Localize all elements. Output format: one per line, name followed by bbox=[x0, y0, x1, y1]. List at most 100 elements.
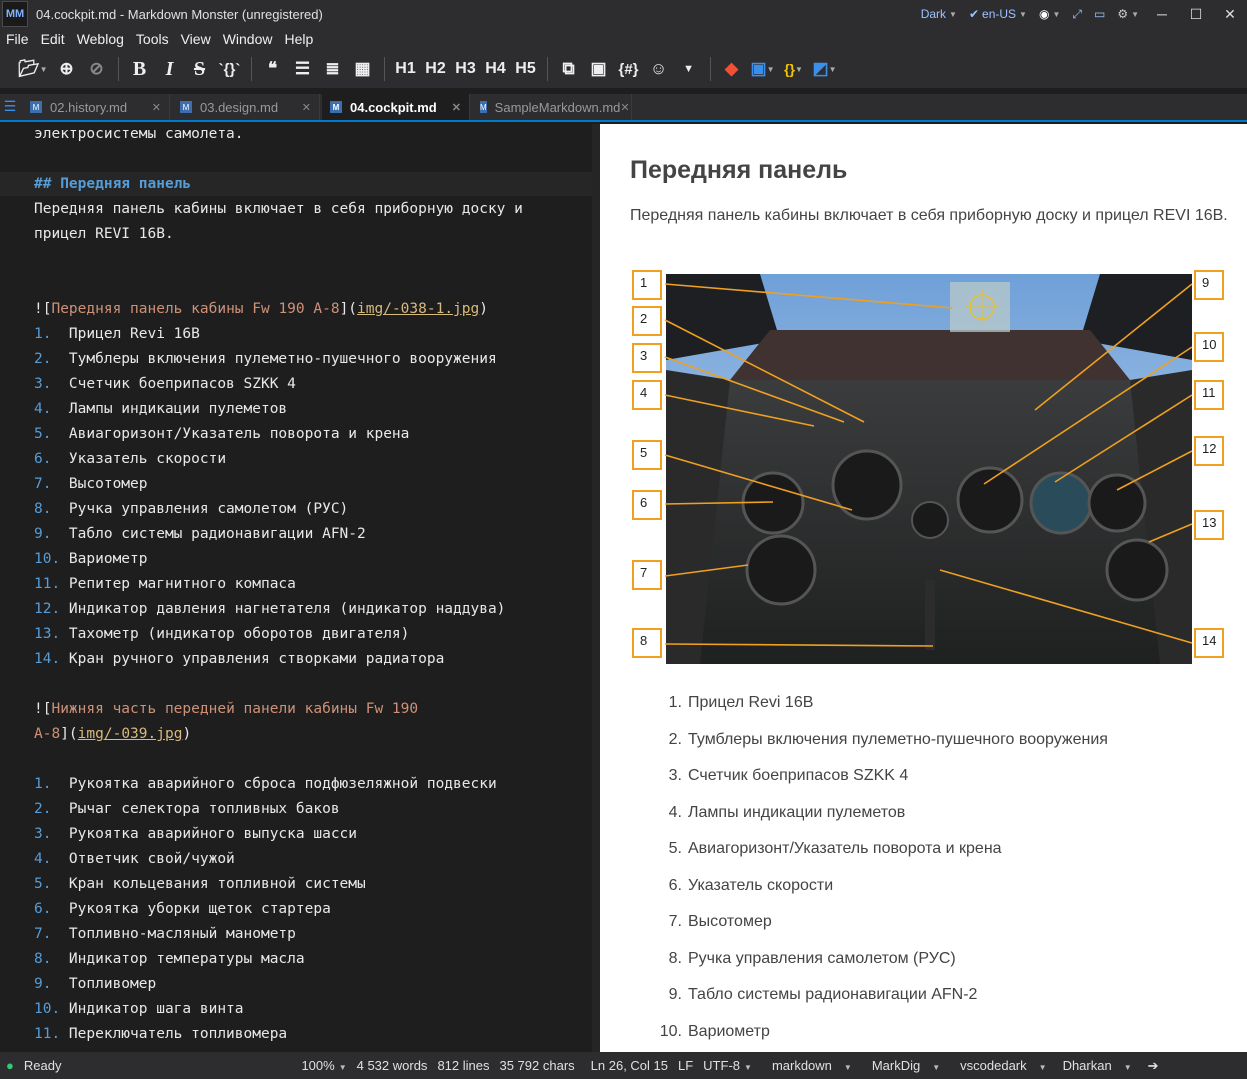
list-item-text: Тахометр (индикатор оборотов двигателя) bbox=[68, 626, 410, 642]
menu-help[interactable]: Help bbox=[278, 31, 319, 47]
arrow-right-circle-icon[interactable]: ➔ bbox=[1143, 1058, 1164, 1074]
more-dropdown[interactable]: ▼ bbox=[674, 54, 704, 84]
smiley-icon: ☺ bbox=[649, 59, 668, 78]
globe-icon: ◉ bbox=[1038, 7, 1050, 21]
callout-label: 3 bbox=[632, 343, 662, 373]
presentation-mode-button[interactable]: ▭ bbox=[1088, 7, 1111, 21]
list-item-text: Ручка управления самолетом (РУС) bbox=[688, 949, 956, 967]
h3-button[interactable]: H3 bbox=[451, 54, 481, 84]
preview-list-item: 2. Тумблеры включения пулеметно-пушечного… bbox=[650, 731, 1108, 768]
save-button[interactable]: ⊘ bbox=[82, 54, 112, 84]
maximize-button[interactable]: ☐ bbox=[1179, 6, 1213, 23]
settings-dropdown[interactable]: ⚙ ▼ bbox=[1111, 7, 1145, 21]
insert-link-button[interactable]: ⧉ bbox=[554, 54, 584, 84]
editor-list-item: 7. Высотомер bbox=[34, 476, 148, 492]
encoding-dropdown[interactable]: UTF-8 ▼ bbox=[698, 1058, 757, 1073]
tab-03-design[interactable]: M 03.design.md ✕ bbox=[172, 94, 320, 120]
list-number: 1. bbox=[34, 776, 69, 792]
tab-04-cockpit[interactable]: M 04.cockpit.md ✕ bbox=[322, 94, 470, 120]
editor-list-item: 6. Указатель скорости bbox=[34, 451, 226, 467]
list-item-text: Счетчик боеприпасов SZKK 4 bbox=[68, 376, 296, 392]
git-button[interactable]: ◆ bbox=[717, 54, 747, 84]
publish-button[interactable]: ◩ ▼ bbox=[809, 54, 841, 84]
new-document-button[interactable]: ⊕ bbox=[52, 54, 82, 84]
list-item-text: Рукоятка аварийного сброса подфюзеляжной… bbox=[68, 776, 497, 792]
menu-file[interactable]: File bbox=[0, 31, 35, 47]
editor-list-item: 14. Кран ручного управления створками ра… bbox=[34, 651, 444, 667]
list-number: 10. bbox=[659, 1022, 682, 1040]
preview-theme-dropdown[interactable]: Dharkan ▼ bbox=[1058, 1058, 1137, 1073]
menu-view[interactable]: View bbox=[175, 31, 217, 47]
pane-splitter[interactable] bbox=[592, 124, 600, 1052]
list-item-text: Лампы индикации пулеметов bbox=[68, 401, 288, 417]
menu-tools[interactable]: Tools bbox=[130, 31, 175, 47]
markdown-editor[interactable]: электросистемы самолета. ## Передняя пан… bbox=[0, 124, 592, 1052]
strikethrough-button[interactable]: S bbox=[185, 54, 215, 84]
list-number: 7. bbox=[668, 913, 682, 930]
list-number: 6. bbox=[34, 451, 69, 467]
close-icon[interactable]: ✕ bbox=[302, 101, 311, 114]
cockpit-photo bbox=[664, 274, 1193, 664]
tab-sample-markdown[interactable]: M SampleMarkdown.md ✕ bbox=[472, 94, 632, 120]
minimize-button[interactable]: ─ bbox=[1145, 6, 1179, 22]
close-button[interactable]: ✕ bbox=[1213, 6, 1247, 23]
chevron-down-icon: ▼ bbox=[949, 9, 957, 19]
zoom-dropdown[interactable]: 100% ▼ bbox=[296, 1058, 351, 1073]
h5-button[interactable]: H5 bbox=[511, 54, 541, 84]
numbered-list-button[interactable]: ≣ bbox=[318, 54, 348, 84]
insert-image-button[interactable]: ▣ bbox=[584, 54, 614, 84]
callout-label: 11 bbox=[1194, 380, 1224, 410]
close-icon[interactable]: ✕ bbox=[620, 101, 629, 114]
italic-button[interactable]: I bbox=[155, 54, 185, 84]
spellcheck-language-dropdown[interactable]: ✔ en-US ▼ bbox=[963, 7, 1033, 21]
close-icon[interactable]: ✕ bbox=[152, 101, 161, 114]
list-item-text: Рукоятка уборки щеток стартера bbox=[68, 901, 331, 917]
list-number: 9. bbox=[34, 976, 69, 992]
h1-button[interactable]: H1 bbox=[391, 54, 421, 84]
globe-dropdown[interactable]: ◉ ▼ bbox=[1033, 7, 1066, 21]
table-button[interactable]: ▦ bbox=[348, 54, 378, 84]
gear-icon: ⚙ bbox=[1117, 7, 1129, 21]
editor-line: Передняя панель кабины включает в себя п… bbox=[34, 201, 523, 217]
toolbar-divider bbox=[250, 57, 252, 81]
parser-dropdown[interactable]: MarkDig ▼ bbox=[867, 1058, 945, 1073]
theme-dropdown[interactable]: Dark ▼ bbox=[915, 7, 963, 21]
menu-window[interactable]: Window bbox=[217, 31, 279, 47]
tab-02-history[interactable]: M 02.history.md ✕ bbox=[22, 94, 170, 120]
inline-code-button[interactable]: `{}` bbox=[215, 54, 245, 84]
tab-label: 03.design.md bbox=[200, 99, 279, 115]
h2-button[interactable]: H2 bbox=[421, 54, 451, 84]
menu-edit[interactable]: Edit bbox=[35, 31, 71, 47]
list-number: 2. bbox=[668, 730, 682, 748]
bold-button[interactable]: B bbox=[125, 54, 155, 84]
preview-heading: Передняя панель bbox=[630, 156, 848, 184]
editor-list-item: 3. Рукоятка аварийного выпуска шасси bbox=[34, 826, 357, 842]
syntax-dropdown[interactable]: markdown ▼ bbox=[767, 1058, 857, 1073]
external-link-icon: ⧉ bbox=[562, 59, 575, 78]
list-item-text: Кран ручного управления створками радиат… bbox=[68, 651, 445, 667]
chevron-down-icon: ▼ bbox=[744, 1063, 752, 1072]
editor-theme-dropdown[interactable]: vscodedark ▼ bbox=[955, 1058, 1051, 1073]
sidebar-toggle-icon[interactable]: ☰ bbox=[0, 92, 20, 120]
callout-label: 10 bbox=[1194, 332, 1224, 362]
list-number: 6. bbox=[34, 901, 69, 917]
open-folder-button[interactable]: 📂︎ ▼ bbox=[14, 54, 52, 84]
list-item-text: Табло системы радионавигации AFN-2 bbox=[68, 526, 366, 542]
h4-button[interactable]: H4 bbox=[481, 54, 511, 84]
chevron-down-icon: ▼ bbox=[843, 1063, 852, 1072]
menu-weblog[interactable]: Weblog bbox=[71, 31, 130, 47]
screen-capture-button[interactable]: ▣ ▼ bbox=[747, 54, 779, 84]
bullet-list-button[interactable]: ☰ bbox=[288, 54, 318, 84]
addin-button[interactable]: {} ▼ bbox=[779, 54, 809, 84]
editor-heading: ## Передняя панель bbox=[34, 176, 192, 192]
distraction-free-button[interactable]: ⤢ bbox=[1066, 7, 1088, 22]
close-icon[interactable]: ✕ bbox=[452, 101, 461, 114]
list-item-text: Указатель скорости bbox=[688, 876, 834, 894]
list-item-text: Счетчик боеприпасов SZKK 4 bbox=[688, 767, 909, 784]
code-snippet-button[interactable]: {#} bbox=[614, 54, 644, 84]
quote-button[interactable]: ❝ bbox=[258, 54, 288, 84]
line-ending: LF bbox=[678, 1058, 694, 1073]
list-number: 7. bbox=[34, 926, 69, 942]
emoji-button[interactable]: ☺ bbox=[644, 54, 674, 84]
list-number: 8. bbox=[34, 951, 69, 967]
